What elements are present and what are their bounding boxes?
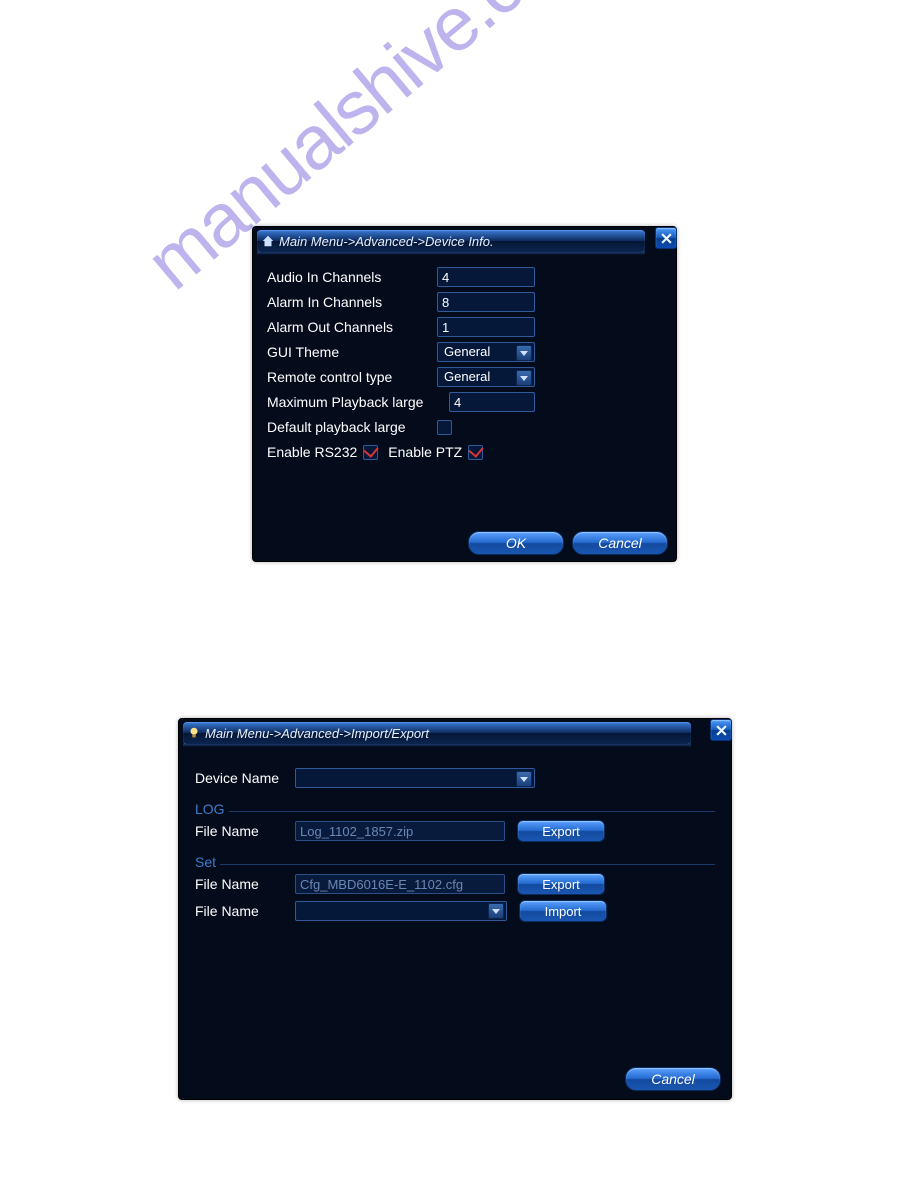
chevron-down-icon	[516, 345, 532, 361]
set-import-button[interactable]: Import	[519, 900, 607, 922]
audio-in-label: Audio In Channels	[267, 269, 437, 285]
set-file-name1-label: File Name	[195, 876, 295, 892]
log-file-name-input	[295, 821, 505, 841]
log-file-name-label: File Name	[195, 823, 295, 839]
default-playback-label: Default playback large	[267, 419, 437, 435]
ok-button[interactable]: OK	[468, 531, 564, 555]
alarm-in-input[interactable]	[437, 292, 535, 312]
remote-type-value: General	[444, 369, 490, 384]
dialog-title: Main Menu->Advanced->Device Info.	[279, 234, 494, 249]
cancel-button[interactable]: Cancel	[572, 531, 668, 555]
page: manualshive.com Main Menu->Advanced->Dev…	[0, 0, 918, 1188]
dialog-footer: OK Cancel	[468, 531, 668, 555]
device-info-dialog: Main Menu->Advanced->Device Info. Audio …	[252, 226, 677, 562]
log-group-title: LOG	[195, 801, 715, 817]
dialog-title: Main Menu->Advanced->Import/Export	[205, 726, 429, 741]
cancel-button[interactable]: Cancel	[625, 1067, 721, 1091]
alarm-out-input[interactable]	[437, 317, 535, 337]
divider	[229, 811, 715, 812]
import-export-dialog: Main Menu->Advanced->Import/Export Devic…	[178, 718, 732, 1100]
dialog-body: Audio In Channels Alarm In Channels Alar…	[253, 256, 676, 473]
remote-type-select[interactable]: General	[437, 367, 535, 387]
chevron-down-icon	[516, 370, 532, 386]
titlebar: Main Menu->Advanced->Import/Export	[183, 722, 691, 745]
set-group-title: Set	[195, 854, 715, 870]
set-title-text: Set	[195, 854, 216, 870]
set-file-name2-input[interactable]	[295, 901, 507, 921]
max-playback-input[interactable]	[449, 392, 535, 412]
set-export-button[interactable]: Export	[517, 873, 605, 895]
audio-in-input[interactable]	[437, 267, 535, 287]
dialog-footer: Cancel	[625, 1067, 721, 1091]
chevron-down-icon[interactable]	[488, 903, 504, 919]
enable-rs232-checkbox[interactable]	[363, 445, 378, 460]
titlebar: Main Menu->Advanced->Device Info.	[257, 230, 645, 253]
gui-theme-label: GUI Theme	[267, 344, 437, 360]
device-name-select[interactable]	[295, 768, 535, 788]
enable-ptz-checkbox[interactable]	[468, 445, 483, 460]
gui-theme-select[interactable]: General	[437, 342, 535, 362]
alarm-in-label: Alarm In Channels	[267, 294, 437, 310]
remote-type-label: Remote control type	[267, 369, 437, 385]
log-title-text: LOG	[195, 801, 225, 817]
chevron-down-icon	[516, 771, 532, 787]
set-file-name1-input	[295, 874, 505, 894]
set-file-name2-label: File Name	[195, 903, 295, 919]
max-playback-label: Maximum Playback large	[267, 394, 449, 410]
divider	[220, 864, 715, 865]
enable-ptz-label: Enable PTZ	[388, 444, 462, 460]
close-button[interactable]	[655, 227, 677, 249]
device-name-label: Device Name	[195, 770, 295, 786]
dialog-body: Device Name LOG File Name Export Set	[179, 748, 731, 933]
enable-rs232-label: Enable RS232	[267, 444, 357, 460]
gui-theme-value: General	[444, 344, 490, 359]
bulb-icon	[187, 726, 201, 740]
close-button[interactable]	[710, 719, 732, 741]
alarm-out-label: Alarm Out Channels	[267, 319, 437, 335]
log-export-button[interactable]: Export	[517, 820, 605, 842]
home-icon	[261, 234, 275, 248]
default-playback-checkbox[interactable]	[437, 420, 452, 435]
